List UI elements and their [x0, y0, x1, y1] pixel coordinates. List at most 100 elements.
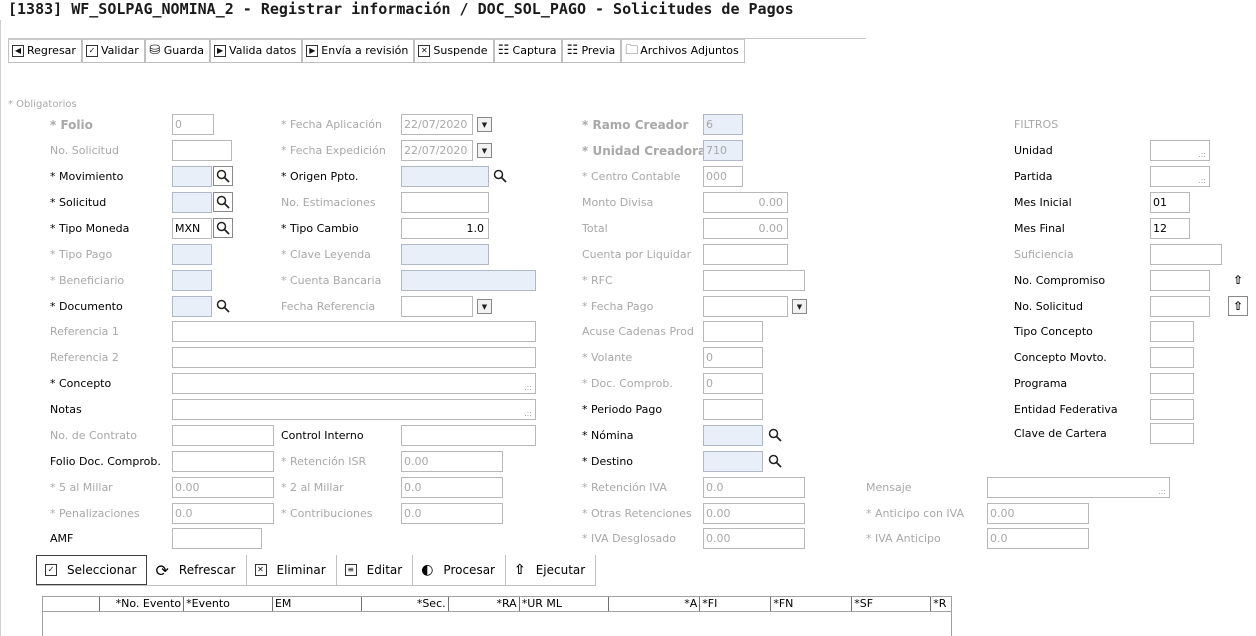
folio-field[interactable]: 0: [172, 114, 214, 135]
filtro-no-solicitud-field[interactable]: [1150, 296, 1210, 317]
referencia1-field[interactable]: [172, 321, 536, 342]
tipo-pago-field[interactable]: [172, 244, 212, 265]
dos-millar-field[interactable]: 0.0: [401, 477, 503, 498]
filtro-mes-final-field[interactable]: 12: [1150, 218, 1190, 239]
filtro-mes-inicial-field[interactable]: 01: [1150, 192, 1190, 213]
envia-revision-button[interactable]: ▶ Envía a revisión: [302, 39, 415, 63]
centro-contable-field[interactable]: 000: [703, 166, 743, 187]
grid-header-fn[interactable]: *FN: [771, 597, 853, 611]
nomina-field[interactable]: [703, 425, 763, 446]
grid-header-selector[interactable]: [43, 597, 101, 611]
acuse-field[interactable]: [703, 321, 763, 342]
amf-field[interactable]: [172, 528, 262, 549]
grid-header-ur-ml[interactable]: *UR ML: [520, 597, 609, 611]
iva-anticipo-field[interactable]: 0.0: [987, 528, 1089, 549]
movimiento-field[interactable]: [172, 166, 212, 187]
destino-field[interactable]: [703, 451, 763, 472]
eliminar-button[interactable]: ✕ Eliminar: [246, 555, 337, 585]
filtro-entidad-federativa-field[interactable]: [1150, 399, 1194, 420]
fecha-aplicacion-field[interactable]: 22/07/2020: [401, 114, 473, 135]
iva-desglosado-field[interactable]: 0.00: [703, 528, 805, 549]
search-icon[interactable]: [213, 192, 233, 212]
previa-button[interactable]: ☷ Previa: [562, 39, 622, 63]
search-icon[interactable]: [213, 166, 233, 186]
regresar-button[interactable]: ◀ Regresar: [8, 39, 82, 63]
search-icon[interactable]: [213, 296, 233, 316]
anticipo-iva-field[interactable]: 0.00: [987, 503, 1089, 524]
beneficiario-field[interactable]: [172, 270, 212, 291]
unidad-creadora-field[interactable]: 710: [703, 140, 743, 161]
ramo-creador-field[interactable]: 6: [703, 114, 743, 135]
control-interno-field[interactable]: [401, 425, 536, 446]
filtro-partida-field[interactable]: .::: [1150, 166, 1210, 187]
filtro-unidad-field[interactable]: .::: [1150, 140, 1210, 161]
validar-button[interactable]: ✓ Validar: [81, 39, 145, 63]
filtro-no-compromiso-field[interactable]: [1150, 270, 1210, 291]
grid-header-no-evento[interactable]: *No. Evento: [100, 597, 185, 611]
retencion-iva-field[interactable]: 0.0: [703, 477, 805, 498]
filtro-concepto-movto-field[interactable]: [1150, 347, 1194, 368]
dropdown-arrow-icon[interactable]: ▼: [477, 117, 492, 132]
archivos-adjuntos-button[interactable]: 🗀 Archivos Adjuntos: [621, 39, 745, 63]
no-estimaciones-field[interactable]: [401, 192, 489, 213]
filtro-programa-field[interactable]: [1150, 373, 1194, 394]
grid-header-ra[interactable]: *RA: [449, 597, 520, 611]
seleccionar-button[interactable]: ✓ Seleccionar: [36, 555, 148, 585]
dropdown-arrow-icon[interactable]: ▼: [477, 299, 492, 314]
fecha-referencia-field[interactable]: [401, 296, 473, 317]
periodo-pago-field[interactable]: [703, 399, 763, 420]
dropdown-arrow-icon[interactable]: ▼: [477, 143, 492, 158]
cuenta-bancaria-field[interactable]: [401, 270, 536, 291]
no-solicitud-field[interactable]: [172, 140, 232, 161]
editar-button[interactable]: ≡ Editar: [336, 555, 414, 585]
cuenta-liquidar-field[interactable]: [703, 244, 788, 265]
solicitud-field[interactable]: [172, 192, 212, 213]
cinco-millar-field[interactable]: 0.00: [172, 477, 274, 498]
penalizaciones-field[interactable]: 0.0: [172, 503, 274, 524]
grid-header-fi[interactable]: *FI: [700, 597, 772, 611]
fecha-expedicion-field[interactable]: 22/07/2020: [401, 140, 473, 161]
refrescar-button[interactable]: ⟳ Refrescar: [147, 555, 247, 585]
search-icon[interactable]: [765, 425, 785, 445]
concepto-field[interactable]: .::: [172, 373, 536, 394]
rfc-field[interactable]: [703, 270, 805, 291]
dropdown-arrow-icon[interactable]: ▼: [792, 299, 807, 314]
grid-header-sec[interactable]: *Sec.: [362, 597, 449, 611]
suspende-button[interactable]: ✕ Suspende: [414, 39, 494, 63]
fecha-pago-field[interactable]: [703, 296, 788, 317]
grid-header-r[interactable]: *R: [931, 597, 951, 611]
procesar-button[interactable]: ◐ Procesar: [413, 555, 506, 585]
retencion-isr-field[interactable]: 0.00: [401, 451, 503, 472]
tipo-cambio-field[interactable]: 1.0: [401, 218, 489, 239]
grid-header-evento[interactable]: *Evento: [184, 597, 273, 611]
grid-header-sf[interactable]: *SF: [852, 597, 932, 611]
mensaje-field[interactable]: .::: [987, 477, 1170, 498]
search-icon[interactable]: [213, 218, 233, 238]
grid-header-em[interactable]: EM: [273, 597, 362, 611]
clave-leyenda-field[interactable]: [401, 244, 489, 265]
captura-button[interactable]: ☷ Captura: [493, 39, 563, 63]
search-icon[interactable]: [765, 451, 785, 471]
filtro-tipo-concepto-field[interactable]: [1150, 321, 1194, 342]
folio-doc-field[interactable]: [172, 451, 274, 472]
notas-field[interactable]: .::: [172, 399, 536, 420]
documento-field[interactable]: [172, 296, 212, 317]
monto-divisa-field[interactable]: 0.00: [703, 192, 788, 213]
origen-ppto-field[interactable]: [401, 166, 489, 187]
volante-field[interactable]: 0: [703, 347, 763, 368]
total-field[interactable]: 0.00: [703, 218, 788, 239]
search-icon[interactable]: [490, 166, 510, 186]
ejecutar-button[interactable]: ⇧ Ejecutar: [505, 555, 597, 585]
lock-icon[interactable]: ⇧: [1228, 296, 1248, 316]
lock-icon[interactable]: ⇧: [1228, 270, 1248, 290]
otras-retenciones-field[interactable]: 0.00: [703, 503, 805, 524]
grid-header-a[interactable]: *A: [609, 597, 701, 611]
guarda-button[interactable]: ⛁ Guarda: [144, 39, 211, 63]
doc-comprob-field[interactable]: 0: [703, 373, 763, 394]
referencia2-field[interactable]: [172, 347, 536, 368]
filtro-clave-cartera-field[interactable]: [1150, 423, 1194, 444]
contribuciones-field[interactable]: 0.0: [401, 503, 503, 524]
tipo-moneda-field[interactable]: MXN: [172, 218, 212, 239]
filtro-suficiencia-field[interactable]: [1150, 244, 1222, 265]
valida-datos-button[interactable]: ▶ Valida datos: [210, 39, 303, 63]
